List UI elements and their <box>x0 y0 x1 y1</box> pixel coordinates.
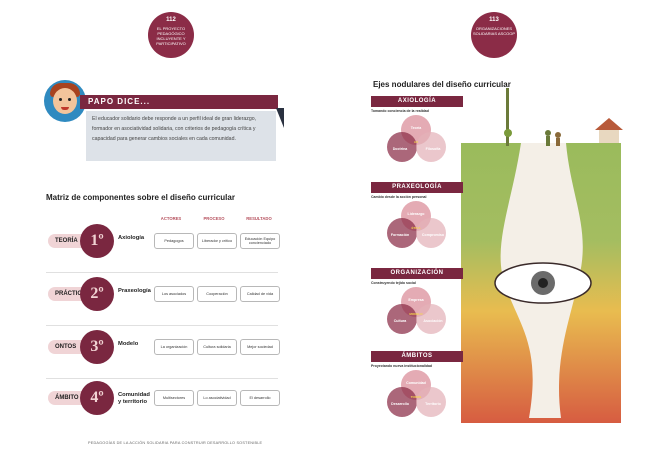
venn-center-label: AX <box>413 140 419 144</box>
eje-axiologia: AXIOLOGÍA Tomando conciencia de la reali… <box>371 96 463 167</box>
papo-corner-decoration <box>276 108 284 128</box>
cell-proceso: Liberador y crítico <box>197 233 237 249</box>
page-number: 113 <box>489 17 499 23</box>
cell-proceso: Cultura solidaria <box>197 339 237 355</box>
row-ordinal: 4º <box>80 381 114 415</box>
venn-diagram: Teoría Doctrina Filosofía AX <box>371 115 463 167</box>
venn-diagram: Comunidad Desarrollo Territorio TODOS <box>371 370 463 422</box>
left-page: 112 EL PROYECTO PEDAGÓGICO INCLUYENTE Y … <box>0 0 325 459</box>
eje-ambitos: ÁMBITOS Proyectando nueva institucionali… <box>371 351 463 422</box>
row-name: Axiología <box>118 235 145 241</box>
venn-label: Comunidad <box>406 381 426 385</box>
cell-resultado: Calidad de vida <box>240 286 280 302</box>
cell-proceso: Lo asociatividad <box>197 390 237 406</box>
cell-actores: Multisectores <box>154 390 194 406</box>
right-page: 113 ORGANIZACIONES SOLIDARIAS ASCOOP Eje… <box>325 0 650 459</box>
cell-proceso: Cooperación <box>197 286 237 302</box>
papo-quote: El educador solidario debe responde a un… <box>86 111 276 161</box>
matrix-row: ONTOS 3º Modelo La organización Cultura … <box>46 330 280 379</box>
eje-heading: ORGANIZACIÓN <box>371 268 463 279</box>
row-name: Praxeología <box>118 288 151 294</box>
row-ordinal: 3º <box>80 330 114 364</box>
cell-actores: La organización <box>154 339 194 355</box>
eje-heading: AXIOLOGÍA <box>371 96 463 107</box>
venn-label: Formación <box>390 233 410 237</box>
venn-label: Desarrollo <box>391 402 409 406</box>
venn-label: Teoría <box>410 126 422 130</box>
cell-resultado: Educación Equipo concienciado <box>240 233 280 249</box>
page-badge: 112 EL PROYECTO PEDAGÓGICO INCLUYENTE Y … <box>148 12 194 58</box>
row-name: Comunidad y territorio <box>118 392 150 405</box>
row-name: Modelo <box>118 341 139 347</box>
cell-resultado: El desarrollo <box>240 390 280 406</box>
eje-organizacion: ORGANIZACIÓN Construyendo tejido social … <box>371 268 463 339</box>
eje-praxeologia: PRAXEOLOGÍA Cambio desde la acción perso… <box>371 182 463 253</box>
venn-center-label: TODOS <box>410 395 422 399</box>
page-number: 112 <box>166 17 176 23</box>
venn-label: Filosofía <box>425 147 441 151</box>
venn-label: Cultura <box>393 319 407 323</box>
venn-diagram: Empresa Cultura Asociación MODELO <box>371 287 463 339</box>
column-header-actores: ACTORES <box>160 216 182 221</box>
row-ordinal: 1º <box>80 224 114 258</box>
eje-heading: PRAXEOLOGÍA <box>371 182 463 193</box>
cell-actores: Los asociados <box>154 286 194 302</box>
eje-subtitle: Cambio desde la acción personal <box>371 195 427 199</box>
venn-center-label: MODELO <box>409 312 423 316</box>
venn-diagram: Liderazgo Formación Compromiso ÉTICA <box>371 201 463 253</box>
venn-center-label: ÉTICA <box>411 226 421 230</box>
page-footer: PEDAGOGÍAS DE LA ACCIÓN SOLIDARIA PARA C… <box>88 441 263 445</box>
venn-label: Liderazgo <box>407 212 425 216</box>
tree-eye-illustration <box>461 88 623 423</box>
venn-label: Territorio <box>425 402 441 406</box>
chapter-title: EL PROYECTO PEDAGÓGICO INCLUYENTE Y PART… <box>156 26 186 46</box>
papo-title: PAPO DICE... <box>80 95 278 109</box>
cell-actores: Pedagogos <box>154 233 194 249</box>
venn-label: Asociación <box>423 319 443 323</box>
matrix-row: PRÁCTICA 2º Praxeología Los asociados Co… <box>46 277 280 326</box>
page-badge: 113 ORGANIZACIONES SOLIDARIAS ASCOOP <box>471 12 517 58</box>
eje-subtitle: Proyectando nueva institucionalidad <box>371 364 433 368</box>
venn-label: Compromiso <box>421 233 445 237</box>
matrix-title: Matriz de componentes sobre el diseño cu… <box>46 193 235 202</box>
eje-heading: ÁMBITOS <box>371 351 463 362</box>
column-header-proceso: PROCESO <box>203 216 225 221</box>
venn-label: Empresa <box>408 298 424 302</box>
cell-resultado: Mejor sociedad <box>240 339 280 355</box>
eje-subtitle: Construyendo tejido social <box>371 281 416 285</box>
eje-subtitle: Tomando conciencia de la realidad <box>371 109 429 113</box>
venn-label: Doctrina <box>392 147 408 151</box>
matrix-row: ÁMBITO 4º Comunidad y territorio Multise… <box>46 381 280 421</box>
matrix-row: TEORÍA 1º Axiología Pedagogos Liberador … <box>46 224 280 273</box>
house-icon <box>595 118 623 143</box>
column-header-resultado: RESULTADO <box>246 216 272 221</box>
row-ordinal: 2º <box>80 277 114 311</box>
chapter-title: ORGANIZACIONES SOLIDARIAS ASCOOP <box>472 26 515 36</box>
